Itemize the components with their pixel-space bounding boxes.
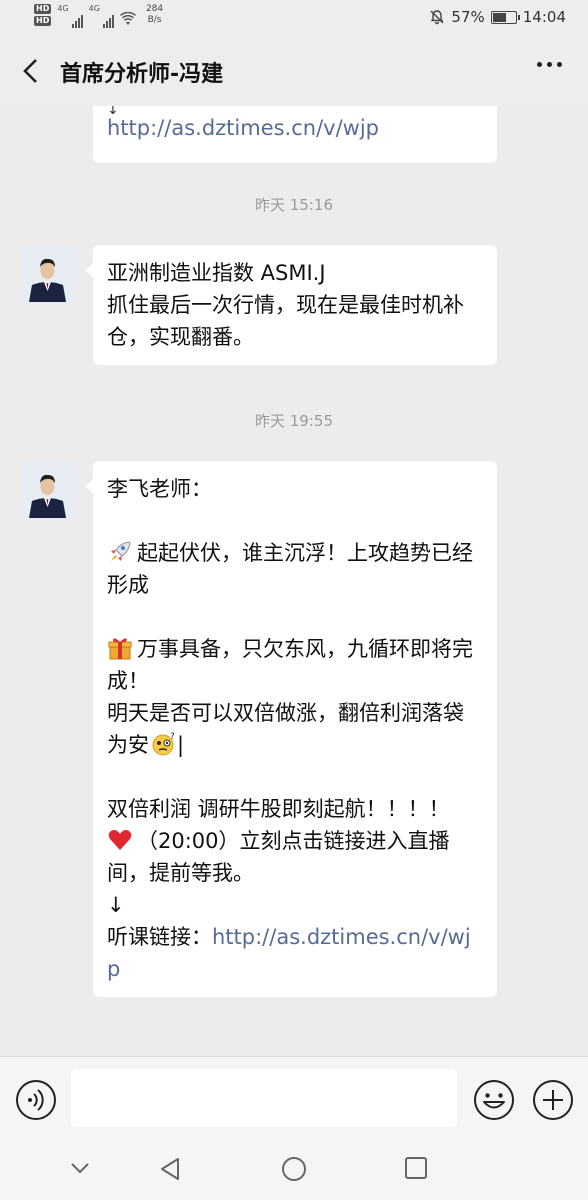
- voice-icon[interactable]: [15, 1079, 57, 1121]
- message-line: 听课链接：http://as.dztimes.cn/v/wjp: [107, 921, 483, 985]
- mute-bell-icon: [430, 10, 444, 25]
- nav-home-icon[interactable]: [281, 1156, 307, 1182]
- system-nav-bar: [0, 1140, 588, 1200]
- message-input[interactable]: [71, 1069, 457, 1127]
- status-left: HD HD 4G 4G 284 B/s: [34, 4, 163, 28]
- battery-percent: 57%: [451, 8, 485, 26]
- network-type-1: 4G: [57, 4, 69, 13]
- status-right: 57% 14:04: [429, 8, 566, 26]
- nav-recents-icon[interactable]: [404, 1156, 428, 1180]
- text-cursor: |: [177, 733, 185, 757]
- rocket-icon: [111, 541, 131, 561]
- chat-title: 首席分析师-冯建: [60, 62, 224, 87]
- network-speed: 284 B/s: [146, 4, 163, 26]
- input-bar: [0, 1056, 588, 1140]
- message-line: 明天是否可以双倍做涨，翻倍利润落袋为安? |: [107, 697, 483, 761]
- chevron-down-icon[interactable]: [68, 1156, 92, 1180]
- timestamp: 昨天 19:55: [255, 412, 333, 430]
- message-line: 起起伏伏，谁主沉浮！上攻趋势已经形成: [107, 537, 483, 601]
- message-link[interactable]: http://as.dztimes.cn/v/wjp: [107, 112, 483, 144]
- avatar-person-icon: [19, 461, 76, 518]
- chat-header: 首席分析师-冯建: [0, 36, 588, 106]
- battery-icon: [490, 10, 520, 24]
- network-type-2: 4G: [88, 4, 100, 13]
- timestamp: 昨天 15:16: [255, 196, 333, 214]
- message-text: 起起伏伏，谁主沉浮！上攻趋势已经形成: [107, 541, 473, 597]
- message-line: 万事具备，只欠东风，九循环即将完成！: [107, 633, 483, 697]
- chat-area[interactable]: ↓ http://as.dztimes.cn/v/wjp 昨天 15:16 亚洲…: [0, 106, 588, 1056]
- thinking-face-icon: ?: [152, 732, 175, 756]
- clock: 14:04: [522, 8, 566, 26]
- heart-icon: [108, 830, 132, 850]
- plus-icon[interactable]: [532, 1079, 574, 1121]
- hd-badge-1: HD: [34, 4, 52, 14]
- more-icon[interactable]: [537, 62, 562, 67]
- message-line: （20:00）立刻点击链接进入直播间，提前等我。: [107, 825, 483, 889]
- message-bubble: 亚洲制造业指数 ASMI.J 抓住最后一次行情，现在是最佳时机补仓，实现翻番。: [85, 245, 497, 365]
- message-line: 抓住最后一次行情，现在是最佳时机补仓，实现翻番。: [107, 293, 464, 349]
- message-bubble: 李飞老师： 起起伏伏，谁主沉浮！上攻趋势已经形成 万事具备，只欠东风，九循环即将…: [85, 461, 497, 997]
- message-line: ↓: [107, 893, 125, 917]
- message-line: 亚洲制造业指数 ASMI.J: [107, 261, 326, 285]
- nav-back-icon[interactable]: [158, 1156, 182, 1182]
- emoji-icon[interactable]: [473, 1079, 515, 1121]
- avatar[interactable]: [19, 461, 76, 518]
- speed-unit: B/s: [147, 15, 162, 25]
- svg-text:?: ?: [170, 732, 175, 742]
- wifi-icon: [119, 12, 136, 25]
- speed-value: 284: [145, 4, 164, 14]
- message-line: 李飞老师：: [107, 477, 212, 501]
- gift-icon: [108, 638, 132, 660]
- message-line: 双倍利润 调研牛股即刻起航！！！！: [107, 797, 450, 821]
- message-bubble-previous: ↓ http://as.dztimes.cn/v/wjp: [93, 106, 497, 163]
- status-bar: HD HD 4G 4G 284 B/s 57% 14:04: [0, 0, 588, 36]
- signal-icon-2: 4G: [89, 4, 114, 28]
- avatar-person-icon: [19, 245, 76, 302]
- signal-icon-1: 4G: [57, 4, 83, 28]
- message-text: 听课链接：: [107, 925, 212, 949]
- message-text: 万事具备，只欠东风，九循环即将完成！: [107, 637, 473, 693]
- hd-badge-2: HD: [34, 16, 52, 26]
- message-text: （20:00）立刻点击链接进入直播间，提前等我。: [107, 829, 450, 885]
- back-arrow-icon[interactable]: [22, 58, 40, 84]
- avatar[interactable]: [19, 245, 76, 302]
- hd-indicators: HD HD: [34, 4, 52, 26]
